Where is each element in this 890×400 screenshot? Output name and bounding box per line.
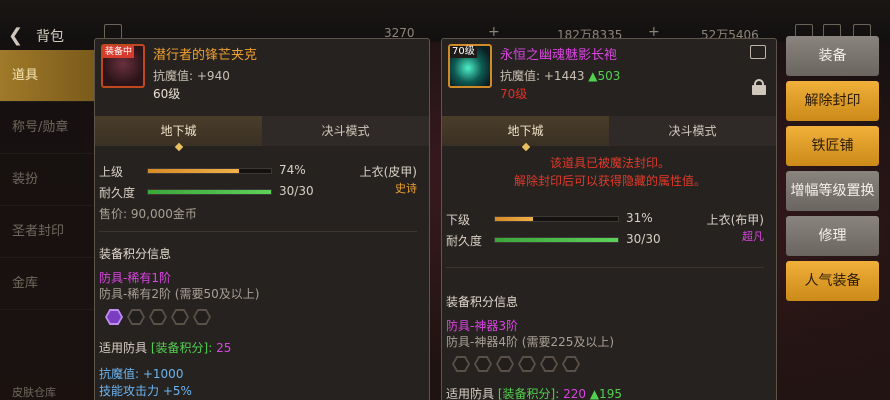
score-hex-empty-icon (496, 356, 514, 372)
item-name: 潜行者的锋芒夹克 (153, 48, 258, 63)
score-next-tier: 防具-稀有2阶 (需要50及以上) (99, 287, 260, 301)
score-section-title: 装备积分信息 (99, 247, 172, 261)
compare-item-tooltip: 70级 永恒之幽魂魅影长袍 抗魔值: +1443 ▲503 70级 地下城 决斗… (441, 38, 777, 400)
score-hex-empty-icon (474, 356, 492, 372)
apply-delta: ▲195 (589, 387, 622, 400)
apply-value: 220 (563, 387, 586, 400)
score-tier: 防具-神器3阶 (446, 319, 518, 333)
score-tier: 防具-稀有1阶 (99, 271, 171, 285)
tab-dungeon[interactable]: 地下城 (442, 116, 609, 146)
score-hex-empty-icon (518, 356, 536, 372)
durability-bar-fill (495, 238, 618, 242)
grade-bar (147, 168, 272, 174)
magic-resist-line: 抗魔值: +1443 ▲503 (500, 67, 620, 84)
item-name: 永恒之幽魂魅影长袍 (500, 48, 618, 63)
score-hex-empty-icon (193, 309, 211, 325)
item-level: 70级 (500, 87, 528, 101)
durability-value: 30/30 (626, 232, 661, 246)
score-hex-filled-icon (105, 309, 123, 325)
slot-type: 上衣(皮甲) (359, 165, 417, 179)
tab-pvp[interactable]: 决斗模式 (609, 116, 776, 146)
item-level-tag: 70级 (450, 46, 477, 58)
score-hex-empty-icon (452, 356, 470, 372)
durability-bar (147, 189, 272, 195)
grade-percent: 31% (626, 211, 653, 225)
seal-message-1: 该道具已被魔法封印。 (549, 156, 670, 170)
sidebar-item-vault[interactable]: 金库 (0, 258, 96, 310)
tab-dungeon[interactable]: 地下城 (95, 116, 262, 146)
score-hex-row (452, 356, 580, 372)
slot-type: 上衣(布甲) (706, 213, 764, 227)
grade-percent: 74% (279, 163, 306, 177)
sidebar-item-titles[interactable]: 称号/勋章 (0, 102, 96, 154)
lock-icon[interactable] (752, 79, 766, 95)
amplify-transfer-button[interactable]: 增幅等级置换 (786, 171, 879, 211)
equipped-item-tooltip: 装备中 潜行者的锋芒夹克 抗魔值: +940 60级 地下城 决斗模式 上级 7… (94, 38, 430, 400)
apply-score-line: 适用防具 [装备积分]: 220 ▲195 (446, 385, 622, 400)
bonus-stat-2: 技能攻击力 +5% (99, 384, 192, 398)
stat-value: +1443 (543, 69, 585, 83)
seal-message-2: 解除封印后可以获得隐藏的属性值。 (513, 174, 706, 188)
rarity-label: 超凡 (742, 230, 764, 243)
grade-bar (494, 216, 619, 222)
stat-label: 抗魔值: (500, 69, 541, 83)
apply-label: 适用防具 (99, 341, 148, 355)
durability-value: 30/30 (279, 184, 314, 198)
grade-bar-fill (148, 169, 240, 173)
stat-delta: ▲503 (588, 69, 621, 83)
sidebar-item-avatar[interactable]: 装扮 (0, 154, 96, 206)
durability-label: 耐久度 (99, 186, 136, 200)
stat-label: 抗魔值: (153, 69, 194, 83)
compare-item-icon: 70级 (448, 44, 492, 88)
apply-score-line: 适用防具 [装备积分]: 25 (99, 339, 231, 356)
mode-tabs: 地下城 决斗模式 (95, 116, 429, 146)
stat-value: +940 (196, 69, 230, 83)
grade-bar-fill (495, 217, 534, 221)
blacksmith-button[interactable]: 铁匠铺 (786, 126, 879, 166)
score-section-title: 装备积分信息 (446, 295, 519, 309)
score-hex-empty-icon (171, 309, 189, 325)
skin-store-link[interactable]: 皮肤仓库 (12, 384, 56, 400)
equip-button[interactable]: 装备 (786, 36, 879, 76)
bonus-stat-1: 抗魔值: +1000 (99, 367, 184, 381)
equipped-tag: 装备中 (103, 46, 135, 58)
score-hex-row (105, 309, 211, 325)
equipped-item-icon: 装备中 (101, 44, 145, 88)
grade-label: 上级 (99, 165, 124, 179)
share-icon[interactable] (750, 45, 766, 59)
sidebar-item-items[interactable]: 道具 (0, 50, 96, 102)
magic-resist-line: 抗魔值: +940 (153, 67, 230, 84)
divider (99, 231, 417, 232)
item-level: 60级 (153, 87, 181, 101)
score-hex-empty-icon (562, 356, 580, 372)
page-title: 背包 (36, 29, 64, 45)
score-hex-empty-icon (149, 309, 167, 325)
mode-tabs: 地下城 决斗模式 (442, 116, 776, 146)
apply-bracket: [装备积分]: (497, 387, 560, 400)
durability-bar (494, 237, 619, 243)
apply-bracket: [装备积分]: (150, 341, 213, 355)
tab-pvp[interactable]: 决斗模式 (262, 116, 429, 146)
durability-label: 耐久度 (446, 234, 483, 248)
score-hex-empty-icon (540, 356, 558, 372)
action-buttons: 装备解除封印铁匠铺增幅等级置换 修理人气装备 (786, 36, 879, 306)
back-arrow-icon[interactable]: ❮ (8, 26, 30, 46)
score-next-tier: 防具-神器4阶 (需要225及以上) (446, 335, 615, 349)
apply-label: 适用防具 (446, 387, 495, 400)
apply-value: 25 (216, 341, 232, 355)
unseal-button[interactable]: 解除封印 (786, 81, 879, 121)
rarity-label: 史诗 (395, 182, 417, 195)
popular-gear-button[interactable]: 人气装备 (786, 261, 879, 301)
divider (446, 267, 764, 268)
durability-bar-fill (148, 190, 271, 194)
sidebar-item-seal[interactable]: 圣者封印 (0, 206, 96, 258)
top-bar: ❮ 背包 3270 + 182万8335 + 52万5406 (0, 0, 890, 46)
repair-button[interactable]: 修理 (786, 216, 879, 256)
grade-label: 下级 (446, 213, 471, 227)
sidebar: 道具 称号/勋章 装扮 圣者封印 金库 (0, 50, 96, 400)
score-hex-empty-icon (127, 309, 145, 325)
sell-price: 售价: 90,000金币 (99, 207, 197, 221)
